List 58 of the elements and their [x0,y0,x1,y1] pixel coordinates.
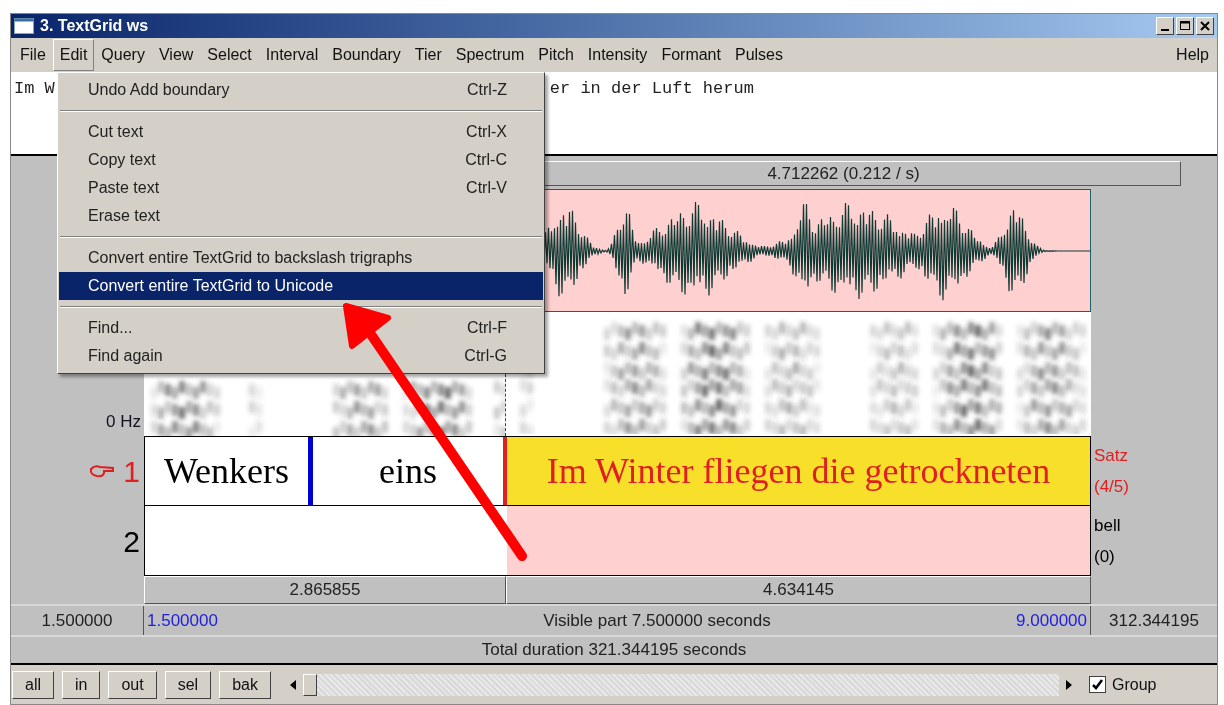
menu-entry[interactable]: Find again Ctrl-G [59,342,543,370]
window-icon [14,18,34,34]
tier-name: Satz [1094,444,1129,467]
maximize-icon [1180,21,1190,31]
group-label: Group [1111,674,1157,695]
menu-item[interactable]: Tier [407,39,449,71]
tier-track[interactable]: Wenkers eins Im Winter fliegen die getrockneten [144,436,1091,506]
menu-entry[interactable]: Cut text Ctrl-X [59,118,543,146]
menu-item[interactable]: Pulses [727,39,790,71]
minimize-icon [1161,28,1169,31]
menu-item[interactable]: Pitch [531,39,581,71]
frequency-label: 0 Hz [106,410,141,433]
total-duration-bar[interactable]: Total duration 321.344195 seconds [11,635,1217,665]
menu-item[interactable]: Interval [258,39,326,71]
pointing-hand-icon [89,463,116,479]
zoom-button[interactable]: out [108,670,157,699]
check-icon [1090,678,1104,691]
window-start-bar[interactable]: 1.500000 [11,606,144,635]
close-icon [1200,21,1210,31]
tier-number[interactable]: 2 [123,518,140,564]
maximize-button[interactable] [1176,17,1194,35]
interval-duration-bar[interactable]: 4.634145 [506,576,1091,604]
visible-end-time: 9.000000 [1016,609,1087,632]
menu-item[interactable]: File [13,39,53,71]
tier-count: (0) [1094,546,1116,568]
group-checkbox[interactable] [1088,676,1106,693]
window-title: 3. TextGrid ws [40,16,149,36]
tier-name: bell [1094,514,1121,537]
visible-start-time: 1.500000 [147,609,218,632]
text-field-value: er in der Luft herum [549,78,754,100]
zoom-button[interactable]: bak [219,670,271,699]
menu-item[interactable]: View [151,39,201,71]
menu-item[interactable]: Edit [52,39,95,71]
tier-track[interactable] [144,506,1091,576]
menu-entry[interactable]: Undo Add boundary Ctrl-Z [59,76,543,104]
menu-entry[interactable]: Erase text [59,202,543,230]
menu-item[interactable]: Spectrum [448,39,532,71]
menu-item[interactable]: Intensity [580,39,655,71]
visible-part-bar[interactable]: 1.500000 Visible part 7.500000 seconds 9.000000 [144,606,1091,635]
close-button[interactable] [1196,17,1214,35]
zoom-button[interactable]: in [62,670,101,699]
tier-interval[interactable]: Im Winter fliegen die getrockneten [507,437,1090,505]
menu-entry[interactable]: Convert entire TextGrid to Unicode [59,272,543,300]
menu-item[interactable]: Select [200,39,259,71]
visible-part-label: Visible part 7.500000 seconds [543,609,771,632]
menu-item[interactable]: Query [94,39,152,71]
interval-duration-bar[interactable]: 2.865855 [144,576,506,604]
menu-item[interactable]: Boundary [325,39,408,71]
menu-entry[interactable]: Convert entire TextGrid to backslash trigraphs [59,244,543,272]
zoom-button[interactable]: sel [164,670,212,699]
menu-item[interactable]: Formant [654,39,728,71]
tier-count: (4/5) [1094,476,1129,498]
text-field-value: Im W [14,78,55,100]
menu-item[interactable]: Help [1170,43,1215,67]
window-end-bar[interactable]: 312.344195 [1091,606,1217,635]
minimize-button[interactable] [1156,17,1174,35]
menu-entry[interactable]: Find... Ctrl-F [59,314,543,342]
zoom-button[interactable]: all [12,670,54,699]
